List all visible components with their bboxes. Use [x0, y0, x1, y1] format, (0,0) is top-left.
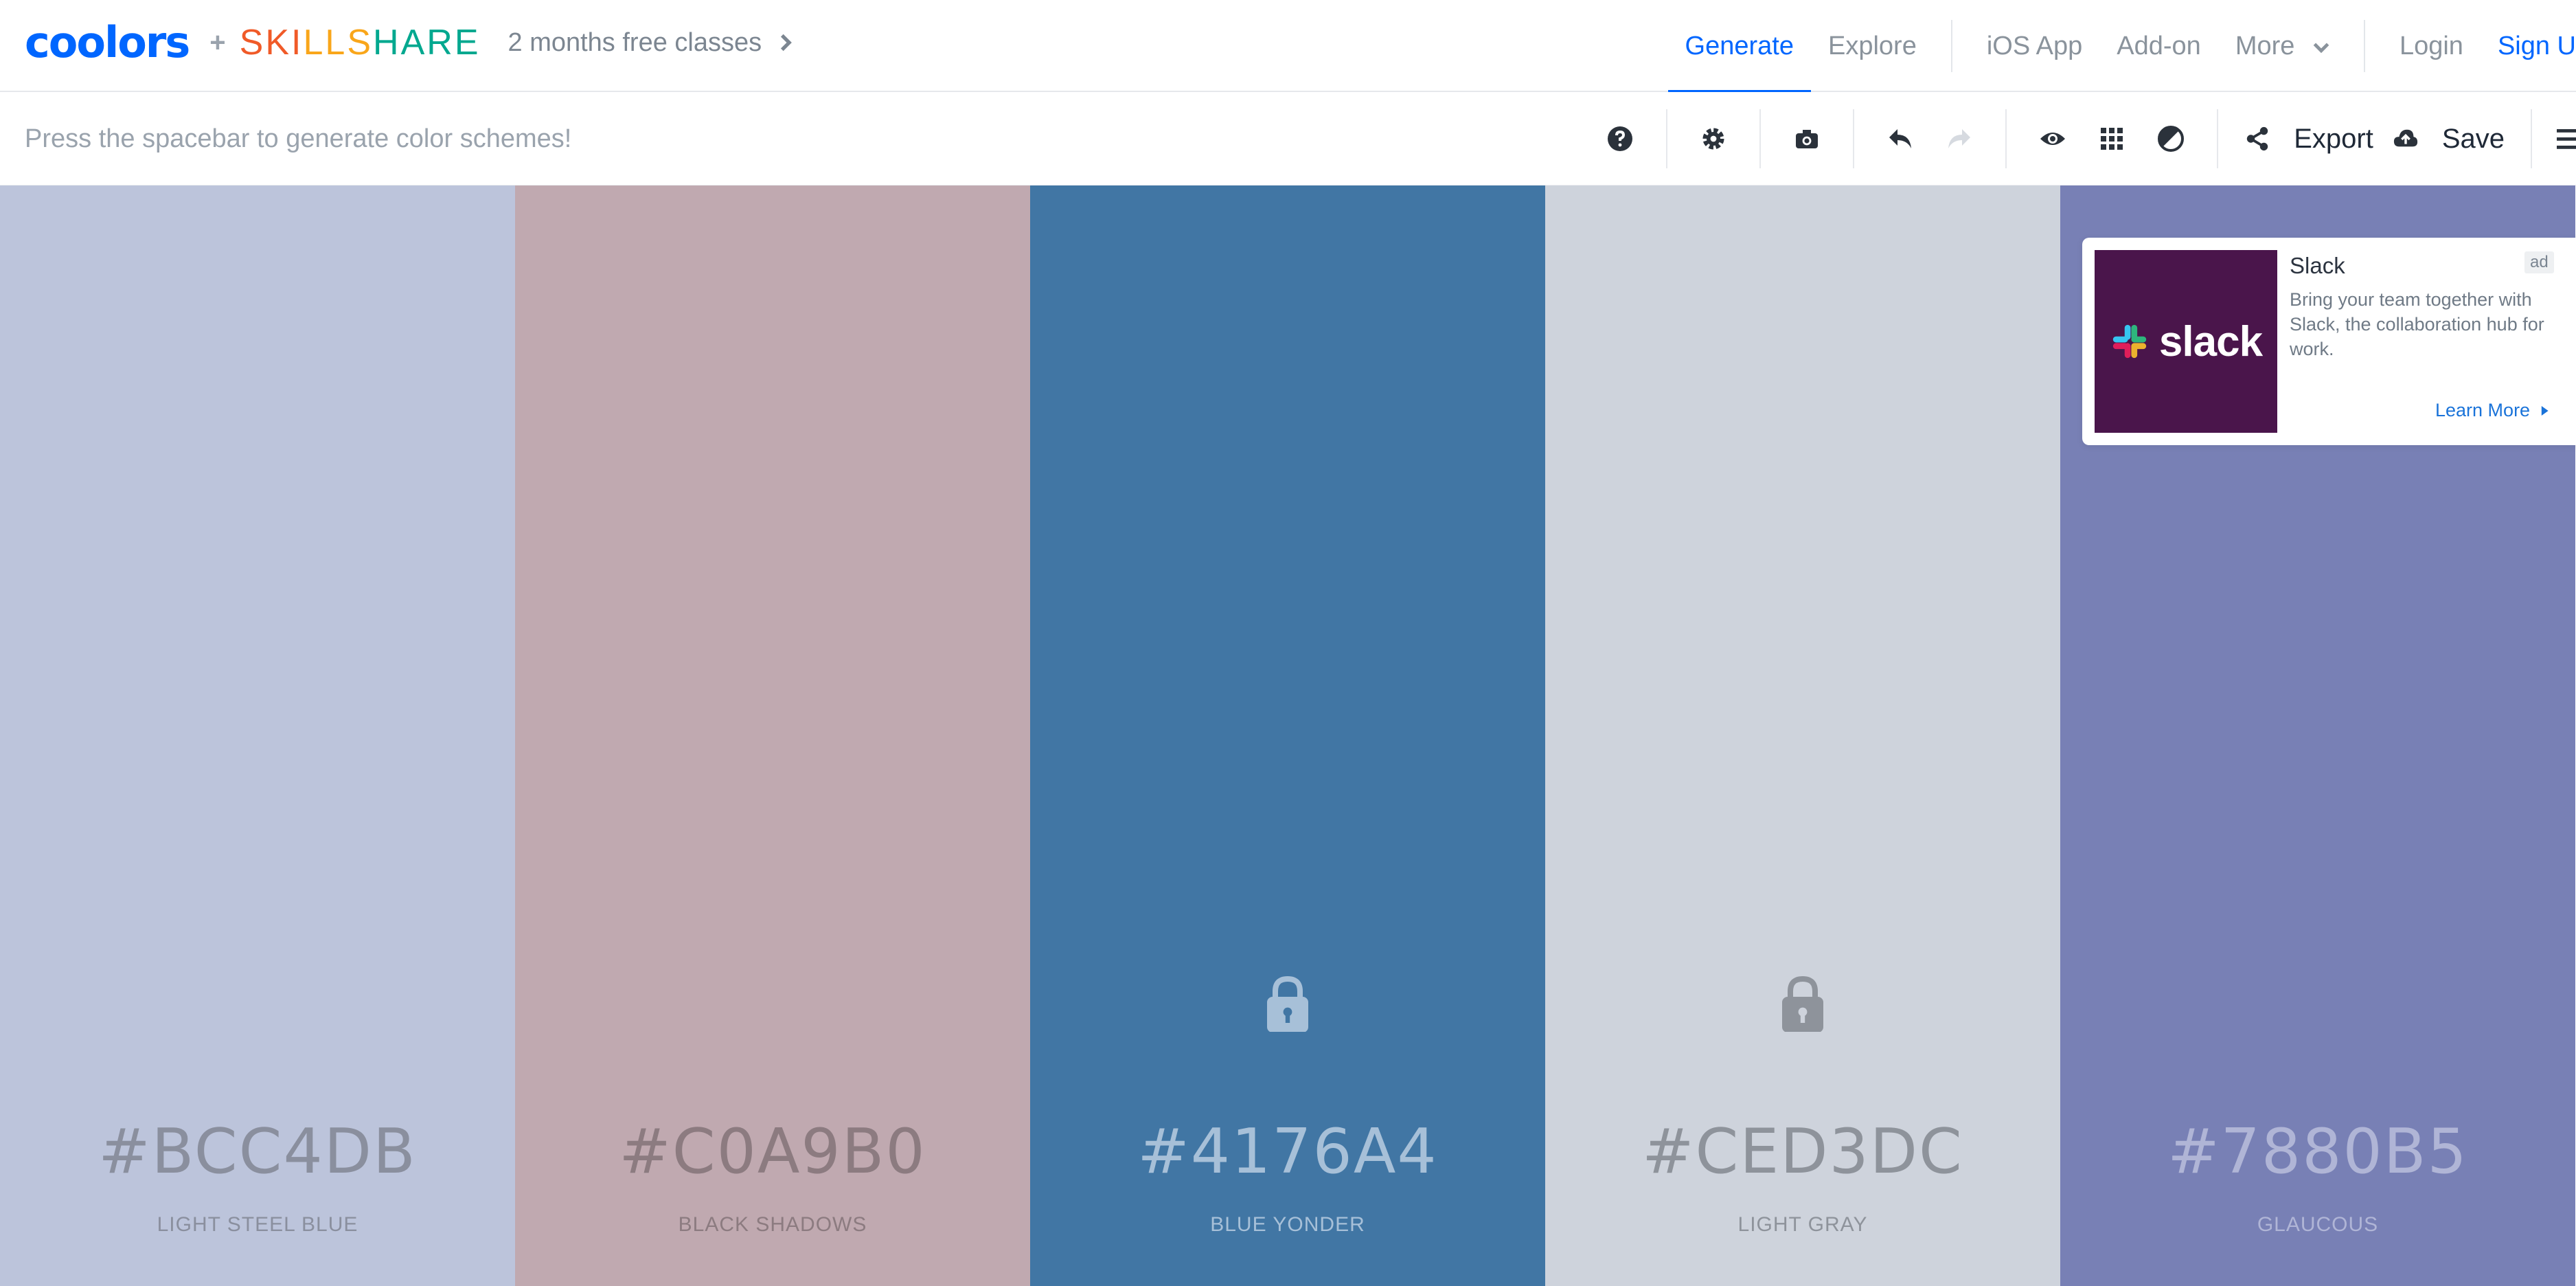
- lock-icon[interactable]: [1781, 975, 1825, 1032]
- contrast-icon: [2158, 126, 2185, 152]
- help-button[interactable]: [1591, 109, 1650, 168]
- skillshare-logo-letter: S: [239, 23, 266, 63]
- toolbar: Press the spacebar to generate color sch…: [0, 92, 2576, 185]
- color-swatch[interactable]: #BCC4DB LIGHT STEEL BLUE: [0, 185, 515, 1286]
- menu-button[interactable]: [2549, 109, 2576, 168]
- nav-more[interactable]: More: [2218, 0, 2347, 92]
- color-swatch[interactable]: #C0A9B0 BLACK SHADOWS: [515, 185, 1030, 1286]
- nav-signup[interactable]: Sign U: [2481, 0, 2576, 92]
- skillshare-logo[interactable]: SKILLSHARE: [240, 25, 481, 60]
- toolbar-divider: [1853, 109, 1855, 168]
- ad-description: Bring your team together with Slack, the…: [2290, 289, 2544, 359]
- slack-wordmark: slack: [2158, 317, 2263, 365]
- color-swatch[interactable]: #CED3DC LIGHT GRAY: [1545, 185, 2060, 1286]
- color-hex[interactable]: #BCC4DB: [0, 1116, 515, 1188]
- nav-ios-app[interactable]: iOS App: [1970, 0, 2099, 92]
- color-name: GLAUCOUS: [2257, 1213, 2379, 1236]
- skillshare-logo-letter: E: [454, 23, 481, 63]
- chevron-right-icon: [781, 34, 792, 52]
- learn-more-link[interactable]: Learn More: [2435, 400, 2549, 421]
- redo-icon: [1948, 129, 1971, 148]
- nav-divider: [2363, 20, 2365, 72]
- slack-logo-icon: [2112, 324, 2147, 359]
- settings-button[interactable]: [1684, 109, 1743, 168]
- settings-icon: [1702, 128, 1724, 150]
- nav-addon[interactable]: Add-on: [2099, 0, 2218, 92]
- menu-icon: [2557, 129, 2576, 149]
- top-navigation: coolors + SKILLSHARE 2 months free class…: [0, 0, 2576, 93]
- save-button[interactable]: Save: [2383, 109, 2514, 168]
- undo-icon: [1889, 129, 1912, 148]
- learn-more-label: Learn More: [2435, 400, 2531, 420]
- coolors-logo[interactable]: coolors: [25, 21, 190, 64]
- undo-button[interactable]: [1871, 109, 1930, 168]
- brand: coolors + SKILLSHARE 2 months free class…: [25, 18, 795, 67]
- camera-icon: [1796, 130, 1819, 148]
- color-hex[interactable]: #C0A9B0: [515, 1116, 1030, 1188]
- help-icon: [1608, 126, 1633, 151]
- nav-more-label: More: [2235, 32, 2295, 60]
- lock-icon[interactable]: [1266, 975, 1310, 1032]
- color-hex[interactable]: #4176A4: [1030, 1116, 1545, 1188]
- toolbar-divider: [1759, 109, 1762, 168]
- color-name: BLACK SHADOWS: [678, 1213, 867, 1236]
- toolbar-tools: Export Save: [1591, 92, 2576, 185]
- ad-title[interactable]: Slack: [2290, 253, 2345, 279]
- nav-generate[interactable]: Generate: [1667, 0, 1812, 93]
- camera-button[interactable]: [1777, 109, 1836, 168]
- toolbar-divider: [2217, 109, 2219, 168]
- save-label: Save: [2441, 123, 2505, 154]
- promo-link[interactable]: 2 months free classes: [508, 28, 795, 58]
- plus-separator: +: [209, 27, 226, 58]
- skillshare-logo-letter: S: [347, 23, 373, 63]
- toolbar-divider: [2531, 109, 2532, 168]
- export-label: Export: [2294, 123, 2373, 154]
- nav-explore[interactable]: Explore: [1811, 0, 1934, 92]
- skillshare-logo-letter: L: [303, 23, 326, 63]
- skillshare-logo-letter: L: [325, 23, 347, 63]
- grid-icon: [2101, 128, 2123, 150]
- color-name: BLUE YONDER: [1210, 1213, 1365, 1236]
- main-nav: Generate Explore iOS App Add-on More Log…: [1667, 0, 2576, 93]
- skillshare-logo-letter: A: [400, 23, 427, 63]
- promo-text: 2 months free classes: [508, 27, 762, 57]
- color-swatch[interactable]: #4176A4 BLUE YONDER: [1030, 185, 1545, 1286]
- chevron-down-icon: [2313, 43, 2329, 54]
- redo-button[interactable]: [1930, 109, 1989, 168]
- ad-card[interactable]: slack Slack ad Bring your team together …: [2082, 238, 2576, 445]
- color-name: LIGHT STEEL BLUE: [157, 1213, 358, 1236]
- view-button[interactable]: [2023, 109, 2082, 168]
- export-button[interactable]: Export: [2235, 109, 2383, 168]
- toolbar-divider: [2005, 109, 2007, 168]
- view-icon: [2040, 133, 2066, 145]
- cloud-upload-icon: [2393, 129, 2417, 147]
- ad-badge: ad: [2524, 251, 2554, 273]
- contrast-button[interactable]: [2141, 109, 2200, 168]
- color-hex[interactable]: #7880B5: [2060, 1116, 2575, 1188]
- spacebar-hint: Press the spacebar to generate color sch…: [25, 124, 572, 153]
- color-hex[interactable]: #CED3DC: [1545, 1116, 2060, 1188]
- skillshare-logo-letter: H: [373, 23, 401, 63]
- skillshare-logo-letter: R: [426, 23, 455, 63]
- skillshare-logo-letter: K: [265, 23, 292, 63]
- color-name: LIGHT GRAY: [1737, 1213, 1868, 1236]
- slack-ad-image[interactable]: slack: [2095, 250, 2277, 433]
- caret-right-icon: [2541, 405, 2549, 416]
- toolbar-divider: [1666, 109, 1668, 168]
- share-icon: [2247, 126, 2268, 151]
- nav-login[interactable]: Login: [2382, 0, 2481, 92]
- nav-divider: [1950, 20, 1952, 72]
- skillshare-logo-letter: I: [291, 23, 304, 63]
- grid-button[interactable]: [2082, 109, 2141, 168]
